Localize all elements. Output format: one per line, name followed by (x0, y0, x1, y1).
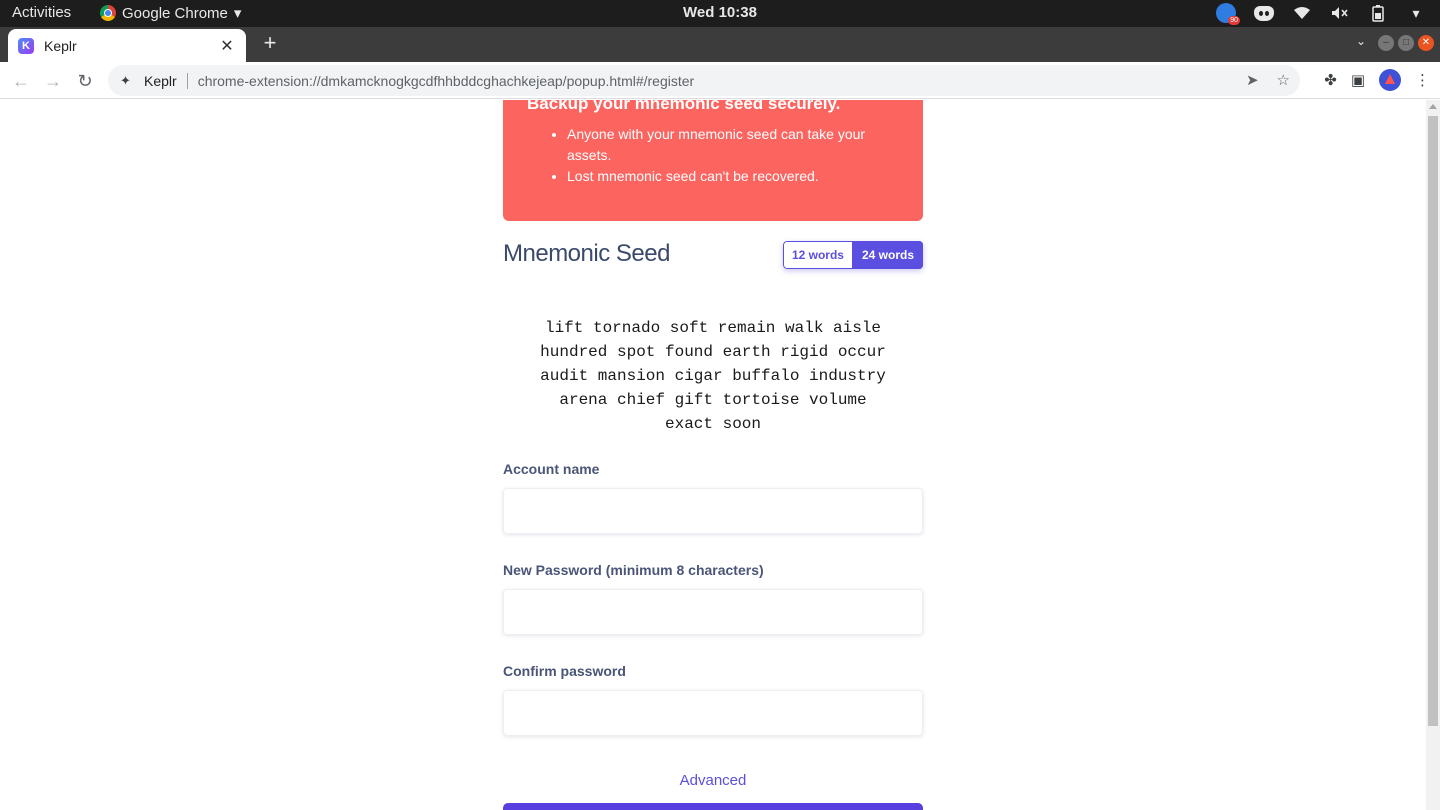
new-tab-button[interactable]: + (258, 32, 282, 56)
word-count-toggle: 12 words 24 words (782, 241, 923, 269)
next-button[interactable] (503, 803, 923, 810)
tab-close-icon[interactable]: ✕ (218, 36, 236, 56)
chrome-icon (100, 5, 116, 21)
os-top-bar: Activities Google Chrome ▾ Wed 10:38 90 … (0, 0, 1440, 27)
minimize-window-button[interactable]: – (1378, 35, 1394, 51)
back-button[interactable]: ← (8, 68, 34, 94)
reload-button[interactable]: ↻ (72, 68, 98, 94)
address-bar[interactable]: ✦ Keplr chrome-extension://dmkamcknogkgc… (108, 65, 1300, 96)
omnibox-divider (186, 72, 188, 89)
new-password-input[interactable] (503, 589, 923, 635)
keplr-register-page: Backup your mnemonic seed securely. Anyo… (0, 100, 1426, 810)
chrome-menu-icon[interactable]: ⋮ (1415, 71, 1430, 89)
profile-avatar[interactable] (1379, 69, 1401, 91)
browser-toolbar: ← → ↻ ✦ Keplr chrome-extension://dmkamck… (0, 62, 1440, 99)
alert-title: Backup your mnemonic seed securely. (527, 100, 841, 113)
mnemonic-seed-header: Mnemonic Seed 12 words 24 words (503, 240, 923, 270)
confirm-password-input[interactable] (503, 690, 923, 736)
alert-item: Anyone with your mnemonic seed can take … (567, 124, 899, 166)
tab-search-chevron-icon[interactable]: ⌄ (1356, 34, 1366, 48)
omnibox-url[interactable]: chrome-extension://dmkamcknogkgcdfhhbddc… (198, 73, 695, 89)
maximize-window-button[interactable]: □ (1398, 35, 1414, 51)
account-name-input[interactable] (503, 488, 923, 534)
alert-item: Lost mnemonic seed can't be recovered. (567, 166, 899, 187)
omnibox-site-name: Keplr (144, 72, 177, 89)
mnemonic-seed-words: lift tornado soft remain walk aisle hund… (540, 319, 886, 433)
alert-list: Anyone with your mnemonic seed can take … (527, 124, 899, 187)
toolbar-right-actions: ✤ ▣ ⋮ (1324, 69, 1430, 91)
keplr-favicon-icon: K (18, 37, 34, 54)
notification-app-icon[interactable]: 90 (1216, 3, 1240, 25)
mnemonic-seed-title: Mnemonic Seed (503, 240, 670, 267)
page-scrollbar[interactable] (1426, 100, 1440, 810)
backup-warning-alert: Backup your mnemonic seed securely. Anyo… (503, 100, 923, 221)
send-tab-icon[interactable]: ➤ (1246, 71, 1259, 89)
extensions-icon[interactable]: ✤ (1324, 71, 1337, 89)
wifi-icon[interactable] (1292, 3, 1312, 23)
12-words-button[interactable]: 12 words (782, 241, 853, 269)
advanced-link[interactable]: Advanced (503, 772, 923, 789)
new-password-label: New Password (minimum 8 characters) (503, 562, 764, 578)
discord-icon[interactable] (1254, 5, 1274, 21)
tab-keplr[interactable]: K Keplr ✕ (8, 29, 246, 62)
tab-title: Keplr (44, 37, 77, 54)
activities-button[interactable]: Activities (12, 4, 71, 21)
close-window-button[interactable]: ✕ (1418, 35, 1434, 51)
tab-strip: K Keplr ✕ + ⌄ – □ ✕ (0, 27, 1440, 62)
window-controls: – □ ✕ (1378, 35, 1434, 51)
side-panel-icon[interactable]: ▣ (1351, 71, 1365, 89)
app-menu[interactable]: Google Chrome ▾ (100, 4, 241, 22)
app-menu-label: Google Chrome (122, 4, 228, 22)
system-menu-caret-icon[interactable]: ▾ (1406, 3, 1426, 23)
account-name-label: Account name (503, 461, 600, 477)
24-words-button[interactable]: 24 words (852, 241, 923, 269)
notification-badge: 90 (1228, 16, 1240, 25)
volume-muted-icon[interactable] (1330, 3, 1350, 23)
bookmark-star-icon[interactable]: ☆ (1277, 71, 1290, 89)
confirm-password-label: Confirm password (503, 663, 626, 679)
forward-button[interactable]: → (40, 68, 66, 94)
omnibox-actions: ➤ ☆ (1246, 71, 1290, 89)
extension-puzzle-icon: ✦ (120, 72, 131, 88)
scrollbar-thumb[interactable] (1428, 116, 1438, 726)
battery-icon[interactable] (1368, 3, 1388, 23)
scroll-up-arrow-icon[interactable] (1429, 104, 1437, 109)
caret-down-icon: ▾ (233, 5, 242, 22)
system-tray: 90 ▾ (1216, 3, 1426, 25)
